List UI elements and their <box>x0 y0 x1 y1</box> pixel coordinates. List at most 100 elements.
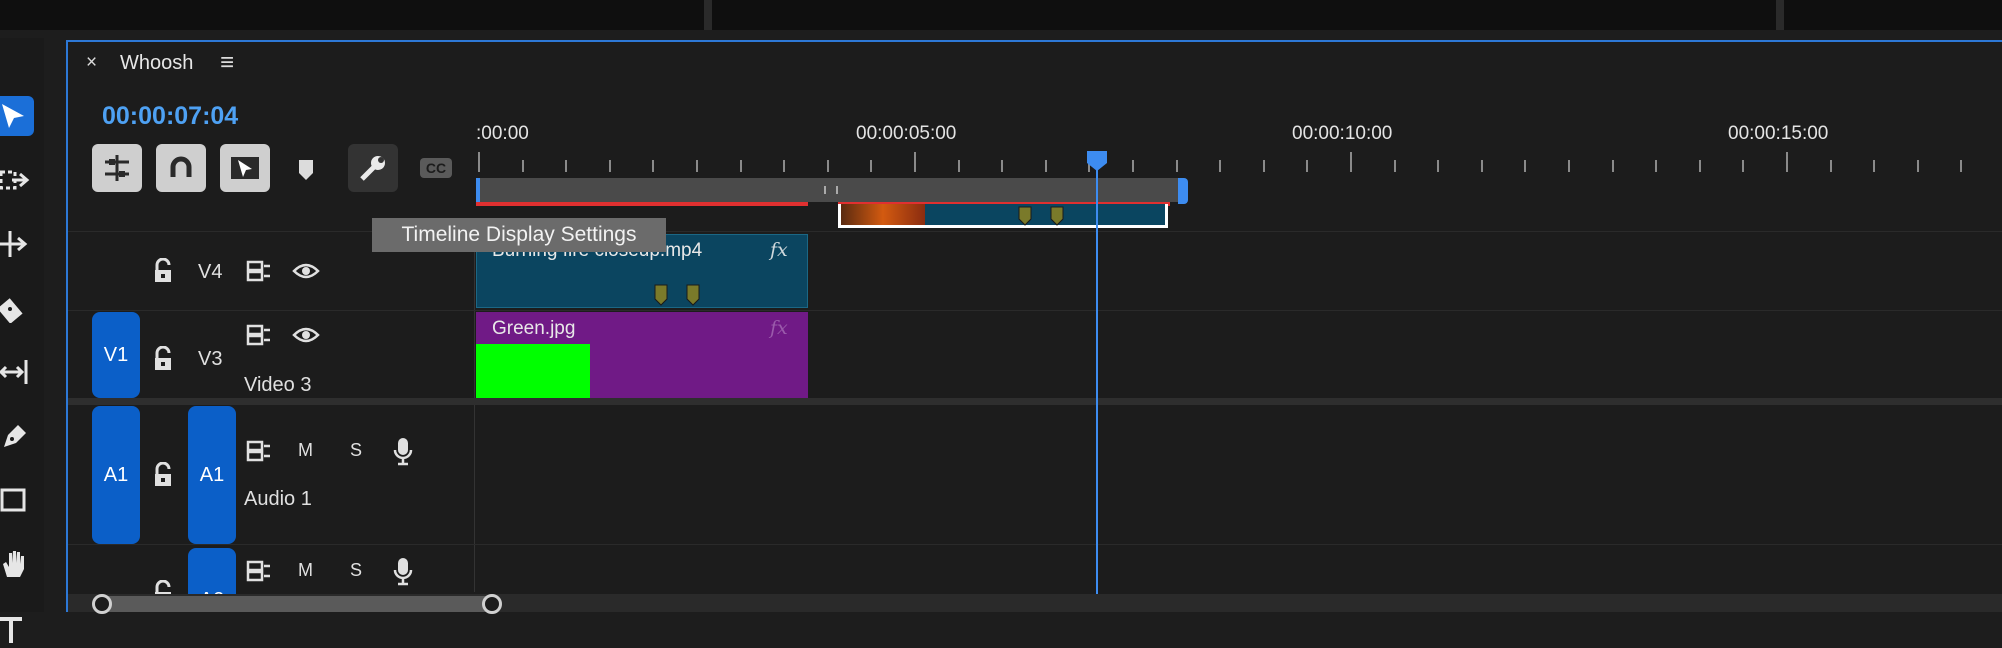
timeline-panel <box>66 40 2002 612</box>
panel-divider[interactable] <box>704 0 712 30</box>
work-area-in-handle[interactable] <box>476 178 480 202</box>
ruler-minor-tick <box>1481 160 1483 172</box>
clip-marker[interactable] <box>1050 206 1064 226</box>
ruler-minor-tick <box>783 160 785 172</box>
sync-lock-icon[interactable] <box>246 560 272 587</box>
zoom-scrollbar-thumb[interactable] <box>96 596 498 612</box>
pen-tool-icon[interactable] <box>0 416 36 456</box>
playhead-timecode[interactable]: 00:00:07:04 <box>102 102 238 131</box>
v5-clip[interactable] <box>838 204 1168 228</box>
ruler-minor-tick <box>696 160 698 172</box>
source-patch-a1[interactable]: A1 <box>92 406 140 544</box>
ripple-edit-tool-icon[interactable] <box>0 224 36 264</box>
playhead-handle[interactable] <box>1086 150 1108 171</box>
lock-track-icon[interactable] <box>152 257 174 289</box>
ruler-label-15s: 00:00:15:00 <box>1728 123 1829 144</box>
tools-panel <box>0 38 44 643</box>
ruler-minor-tick <box>1742 160 1744 172</box>
ruler-minor-tick <box>1001 160 1003 172</box>
ruler-minor-tick <box>1524 160 1526 172</box>
work-area-out-handle[interactable] <box>1178 178 1188 204</box>
ruler-minor-tick <box>827 160 829 172</box>
ruler-minor-tick <box>958 160 960 172</box>
ruler-minor-tick <box>1176 160 1178 172</box>
zoom-scroll-left-handle[interactable] <box>92 594 112 614</box>
ruler-minor-tick <box>1132 160 1134 172</box>
voice-over-record-mic-icon[interactable] <box>392 436 414 471</box>
lock-track-icon[interactable] <box>152 345 174 377</box>
video-audio-divider[interactable] <box>68 398 2002 405</box>
track-target-a1[interactable]: A1 <box>188 406 236 544</box>
ruler-minor-tick <box>1219 160 1221 172</box>
panel-menu-icon[interactable]: ≡ <box>220 49 234 77</box>
track-select-forward-tool-icon[interactable] <box>0 160 36 200</box>
top-panel-right <box>1784 0 2002 30</box>
ruler-minor-tick <box>1830 160 1832 172</box>
ruler-major-tick <box>478 152 480 172</box>
ruler-minor-tick <box>1568 160 1570 172</box>
clip-thumbnail <box>841 204 925 225</box>
ruler-label-10s: 00:00:10:00 <box>1292 123 1393 144</box>
track-name-video-3: Video 3 <box>244 374 312 396</box>
ruler-minor-tick <box>1917 160 1919 172</box>
ruler-minor-tick <box>1437 160 1439 172</box>
selection-tool-icon[interactable] <box>0 96 34 136</box>
panel-divider[interactable] <box>1776 0 1784 30</box>
ruler-minor-tick <box>740 160 742 172</box>
track-label-v3[interactable]: V3 <box>198 348 222 371</box>
tooltip-timeline-display-settings: Timeline Display Settings <box>372 218 666 252</box>
linked-selection-icon[interactable] <box>220 144 270 192</box>
lock-track-icon[interactable] <box>152 461 174 493</box>
slip-tool-icon[interactable] <box>0 352 36 392</box>
fx-badge[interactable]: fx <box>770 317 788 339</box>
source-patch-v1[interactable]: V1 <box>92 312 140 398</box>
solo-track-button[interactable]: S <box>350 560 362 581</box>
mute-track-button[interactable]: M <box>298 560 313 581</box>
sync-lock-icon[interactable] <box>246 324 272 351</box>
solo-track-button[interactable]: S <box>350 440 362 461</box>
ruler-major-tick <box>914 152 916 172</box>
track-header-divider <box>474 228 475 592</box>
hand-tool-icon[interactable] <box>0 544 36 584</box>
ruler-major-tick <box>1786 152 1788 172</box>
track-name-audio-1: Audio 1 <box>244 488 312 510</box>
snap-icon[interactable] <box>156 144 206 192</box>
clip-marker[interactable] <box>1018 206 1032 226</box>
playhead-line[interactable] <box>1096 160 1098 594</box>
ruler-minor-tick <box>870 160 872 172</box>
top-panel-left <box>0 0 704 30</box>
ruler-minor-tick <box>1699 160 1701 172</box>
mute-track-button[interactable]: M <box>298 440 313 461</box>
zoom-scroll-right-handle[interactable] <box>482 594 502 614</box>
ruler-minor-tick <box>1394 160 1396 172</box>
top-panel-center <box>712 0 1776 30</box>
ruler-minor-tick <box>1960 160 1962 172</box>
track-label-v4[interactable]: V4 <box>198 261 222 284</box>
type-tool-icon[interactable] <box>0 608 36 648</box>
ruler-minor-tick <box>1263 160 1265 172</box>
work-area-grip-icon[interactable] <box>824 186 838 194</box>
rectangle-tool-icon[interactable] <box>0 480 36 520</box>
fx-badge[interactable]: fx <box>770 239 788 261</box>
ruler-minor-tick <box>1045 160 1047 172</box>
sync-lock-icon[interactable] <box>246 440 272 467</box>
ruler-minor-tick <box>1873 160 1875 172</box>
sync-lock-icon[interactable] <box>246 260 272 287</box>
ruler-minor-tick <box>1306 160 1308 172</box>
toggle-track-output-eye-icon[interactable] <box>292 326 320 349</box>
timeline-display-settings-icon[interactable] <box>348 144 398 192</box>
insert-overwrite-sequences-icon[interactable] <box>92 144 142 192</box>
clip-marker[interactable] <box>654 284 668 306</box>
close-tab-button[interactable]: × <box>86 52 97 74</box>
razor-tool-icon[interactable] <box>0 288 36 328</box>
ruler-minor-tick <box>565 160 567 172</box>
captions-icon[interactable]: CC <box>420 158 452 178</box>
ruler-label-0: :00:00 <box>476 123 529 144</box>
sequence-tab-title[interactable]: Whoosh <box>120 52 193 75</box>
add-marker-icon[interactable] <box>296 158 316 182</box>
toggle-track-output-eye-icon[interactable] <box>292 262 320 285</box>
clip-marker[interactable] <box>686 284 700 306</box>
render-bar-red-1 <box>476 202 808 206</box>
clip-thumbnail-green <box>476 344 590 398</box>
voice-over-record-mic-icon[interactable] <box>392 556 414 591</box>
